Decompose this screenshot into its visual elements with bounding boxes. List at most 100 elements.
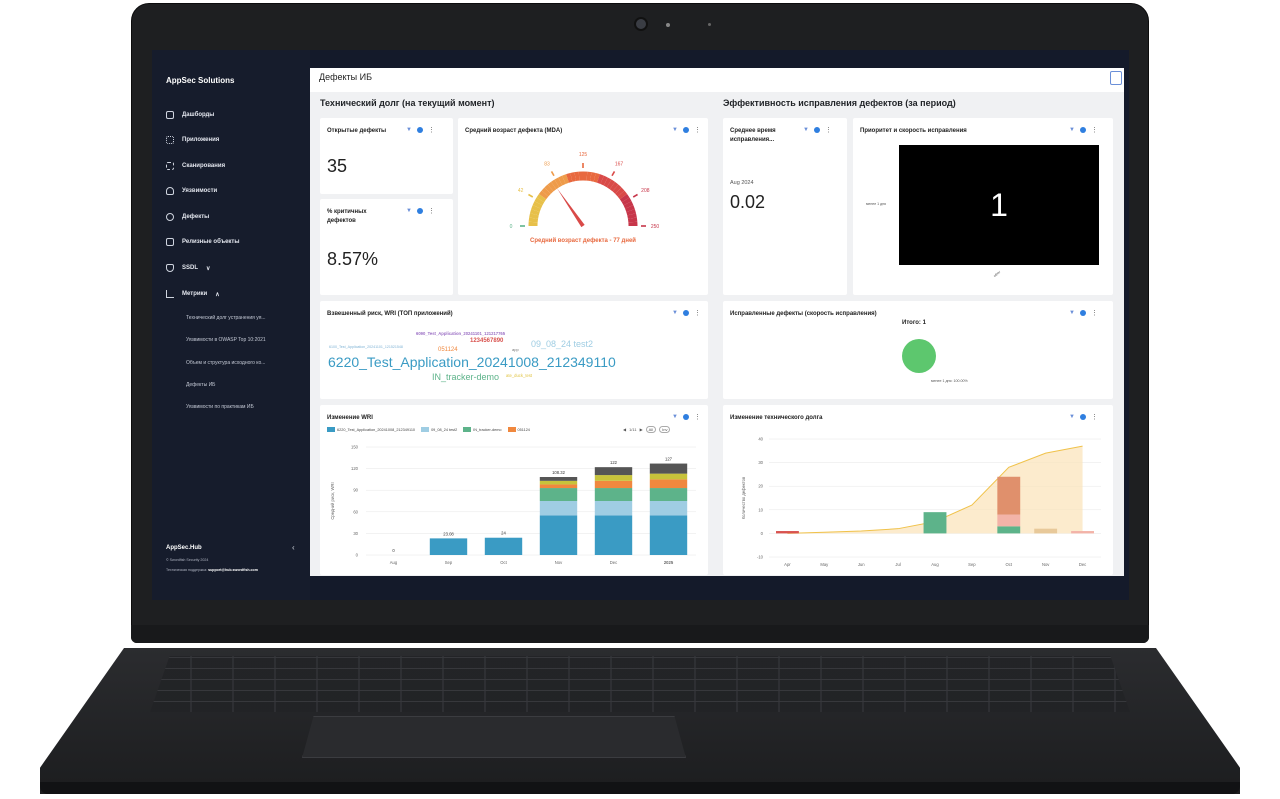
touchpad xyxy=(302,716,686,758)
word-cloud-item[interactable]: 051124 xyxy=(438,347,458,353)
legend-item[interactable]: IN_tracker-demo xyxy=(463,427,502,432)
sidebar-item-dashboards[interactable]: Дашборды xyxy=(166,111,214,119)
more-icon[interactable]: ⋮ xyxy=(694,413,701,421)
x-tick-label: 2025 xyxy=(664,560,674,565)
info-icon[interactable] xyxy=(416,208,423,214)
gauge-tick-label: 0 xyxy=(510,224,513,230)
more-icon[interactable]: ⋮ xyxy=(694,126,701,134)
sidebar-subitem[interactable]: Уязвимости по практикам ИБ xyxy=(186,404,306,410)
legend-item[interactable]: 051124 xyxy=(507,427,530,432)
word-cloud-item[interactable]: IN_tracker-demo xyxy=(432,372,499,382)
legend-swatch xyxy=(421,427,430,432)
prev-page-icon[interactable]: ◀ xyxy=(623,427,626,432)
laptop-photo: AppSec Solutions Дашборды Приложения Ска… xyxy=(0,0,1280,799)
gauge-tick-label: 250 xyxy=(651,224,660,230)
legend-item[interactable]: 09_08_24 test2 xyxy=(421,427,457,432)
gauge-arc-segment xyxy=(570,172,576,182)
sidebar-subitem[interactable]: Технический долг устранения уя... xyxy=(186,315,306,321)
info-icon[interactable] xyxy=(682,414,689,420)
bar-total-label: 122 xyxy=(610,460,618,465)
info-icon[interactable] xyxy=(416,127,423,133)
filter-icon[interactable]: ▼ xyxy=(1069,310,1075,316)
more-icon[interactable]: ⋮ xyxy=(694,309,701,317)
word-cloud-item[interactable]: ate_duck_test xyxy=(506,373,532,378)
gauge-arc-segment xyxy=(625,205,635,212)
sidebar-item-scans[interactable]: Сканирования xyxy=(166,162,225,170)
sidebar-item-applications[interactable]: Приложения xyxy=(166,136,219,144)
info-icon[interactable] xyxy=(1079,127,1086,133)
more-icon[interactable]: ⋮ xyxy=(1091,309,1098,317)
sidebar-subitem[interactable]: Объем и структура исходного ко... xyxy=(186,360,306,366)
card-title: % критичных дефектов xyxy=(327,209,367,224)
sidebar-item-release-objects[interactable]: Релизные объекты xyxy=(166,238,240,246)
gauge-arc-segment xyxy=(541,187,551,197)
legend-all-button[interactable]: All xyxy=(645,426,657,433)
bar-segment xyxy=(594,488,633,501)
next-page-icon[interactable]: ▶ xyxy=(640,427,643,432)
word-cloud-item[interactable]: 6100_Test_Application_20241101_121521548 xyxy=(329,345,403,349)
sidebar-item-ssdl[interactable]: SSDL ∨ xyxy=(166,264,210,272)
more-icon[interactable]: ⋮ xyxy=(1091,126,1098,134)
filter-icon[interactable]: ▼ xyxy=(406,208,412,214)
card-tools: ▼ ⋮ xyxy=(406,126,435,134)
bar-segment xyxy=(923,512,947,534)
info-icon[interactable] xyxy=(682,127,689,133)
more-icon[interactable]: ⋮ xyxy=(428,126,435,134)
support-email[interactable]: support@hub.swordfish.com xyxy=(208,568,258,572)
collapse-sidebar-button[interactable]: ‹ xyxy=(292,543,295,552)
filter-icon[interactable]: ▼ xyxy=(672,414,678,420)
period-label: Aug 2024 xyxy=(730,180,754,186)
x-tick-label: Oct xyxy=(1006,562,1013,567)
legend-invert-button[interactable]: Inv xyxy=(659,426,671,433)
filter-icon[interactable]: ▼ xyxy=(406,127,412,133)
gauge-arc-segment xyxy=(626,209,636,216)
filter-icon[interactable]: ▼ xyxy=(803,127,809,133)
word-cloud-item[interactable]: 1234567890 xyxy=(470,338,503,344)
bar-total-label: 127 xyxy=(665,457,673,462)
x-tick-label: Dec xyxy=(1079,562,1086,567)
pie-slice[interactable] xyxy=(902,339,936,373)
gauge-tick xyxy=(611,171,616,177)
filter-icon[interactable]: ▼ xyxy=(1069,127,1075,133)
sidebar-item-metrics[interactable]: Метрики ∧ xyxy=(166,290,220,298)
legend-item[interactable]: 6220_Test_Application_20241008_212349110 xyxy=(327,427,415,432)
sidebar-item-vulnerabilities[interactable]: Уязвимости xyxy=(166,187,217,195)
y-tick-label: 60 xyxy=(353,509,358,514)
card-tools: ▼ ⋮ xyxy=(1069,126,1098,134)
more-icon[interactable]: ⋮ xyxy=(825,126,832,134)
x-tick-label: Oct xyxy=(500,560,507,565)
card-title: Взвешенный риск, WRI (ТОП приложений) xyxy=(327,311,453,317)
gauge-tick-label: 83 xyxy=(544,162,550,168)
sidebar-subitem[interactable]: Уязвимости в OWASP Top 10:2021 xyxy=(186,337,306,343)
info-icon[interactable] xyxy=(1079,310,1086,316)
gauge-tick-label: 167 xyxy=(615,162,624,168)
more-icon[interactable]: ⋮ xyxy=(428,207,435,215)
bar-segment xyxy=(594,515,633,555)
info-icon[interactable] xyxy=(1079,414,1086,420)
bar-segment xyxy=(649,501,688,516)
y-tick-label: -10 xyxy=(757,555,764,560)
filter-icon[interactable]: ▼ xyxy=(672,310,678,316)
gauge-arc-segment xyxy=(609,181,619,192)
scan-icon xyxy=(166,162,174,170)
more-icon[interactable]: ⋮ xyxy=(1091,413,1098,421)
sidebar-item-defects[interactable]: Дефекты xyxy=(166,213,209,221)
gauge-arc-segment xyxy=(606,179,616,190)
gauge-arc-segment xyxy=(615,187,625,197)
sidebar-subitem-active[interactable]: Дефекты ИБ xyxy=(186,382,306,388)
card-title: Приоритет и скорость исправления xyxy=(860,128,967,134)
info-icon[interactable] xyxy=(682,310,689,316)
word-cloud-item[interactable]: 09_08_24 test2 xyxy=(531,339,593,349)
gauge-tick xyxy=(550,171,555,177)
heatmap-cell[interactable]: 1 xyxy=(899,145,1099,265)
filter-icon[interactable]: ▼ xyxy=(672,127,678,133)
filter-icon[interactable]: ▼ xyxy=(1069,414,1075,420)
bar-segment xyxy=(539,515,578,555)
expand-button[interactable] xyxy=(1110,71,1122,85)
info-icon[interactable] xyxy=(813,127,820,133)
word-cloud-item[interactable]: 6090_Test_Application_20241101_121217765 xyxy=(416,331,505,336)
word-cloud-item-top[interactable]: 6220_Test_Application_20241008_212349110 xyxy=(328,354,616,370)
gauge-arc-segment xyxy=(550,179,560,190)
word-cloud-item[interactable]: app xyxy=(512,347,519,352)
card-mda-gauge: Средний возраст дефекта (MDA) ▼ ⋮ 0 42 83 1… xyxy=(458,118,708,295)
